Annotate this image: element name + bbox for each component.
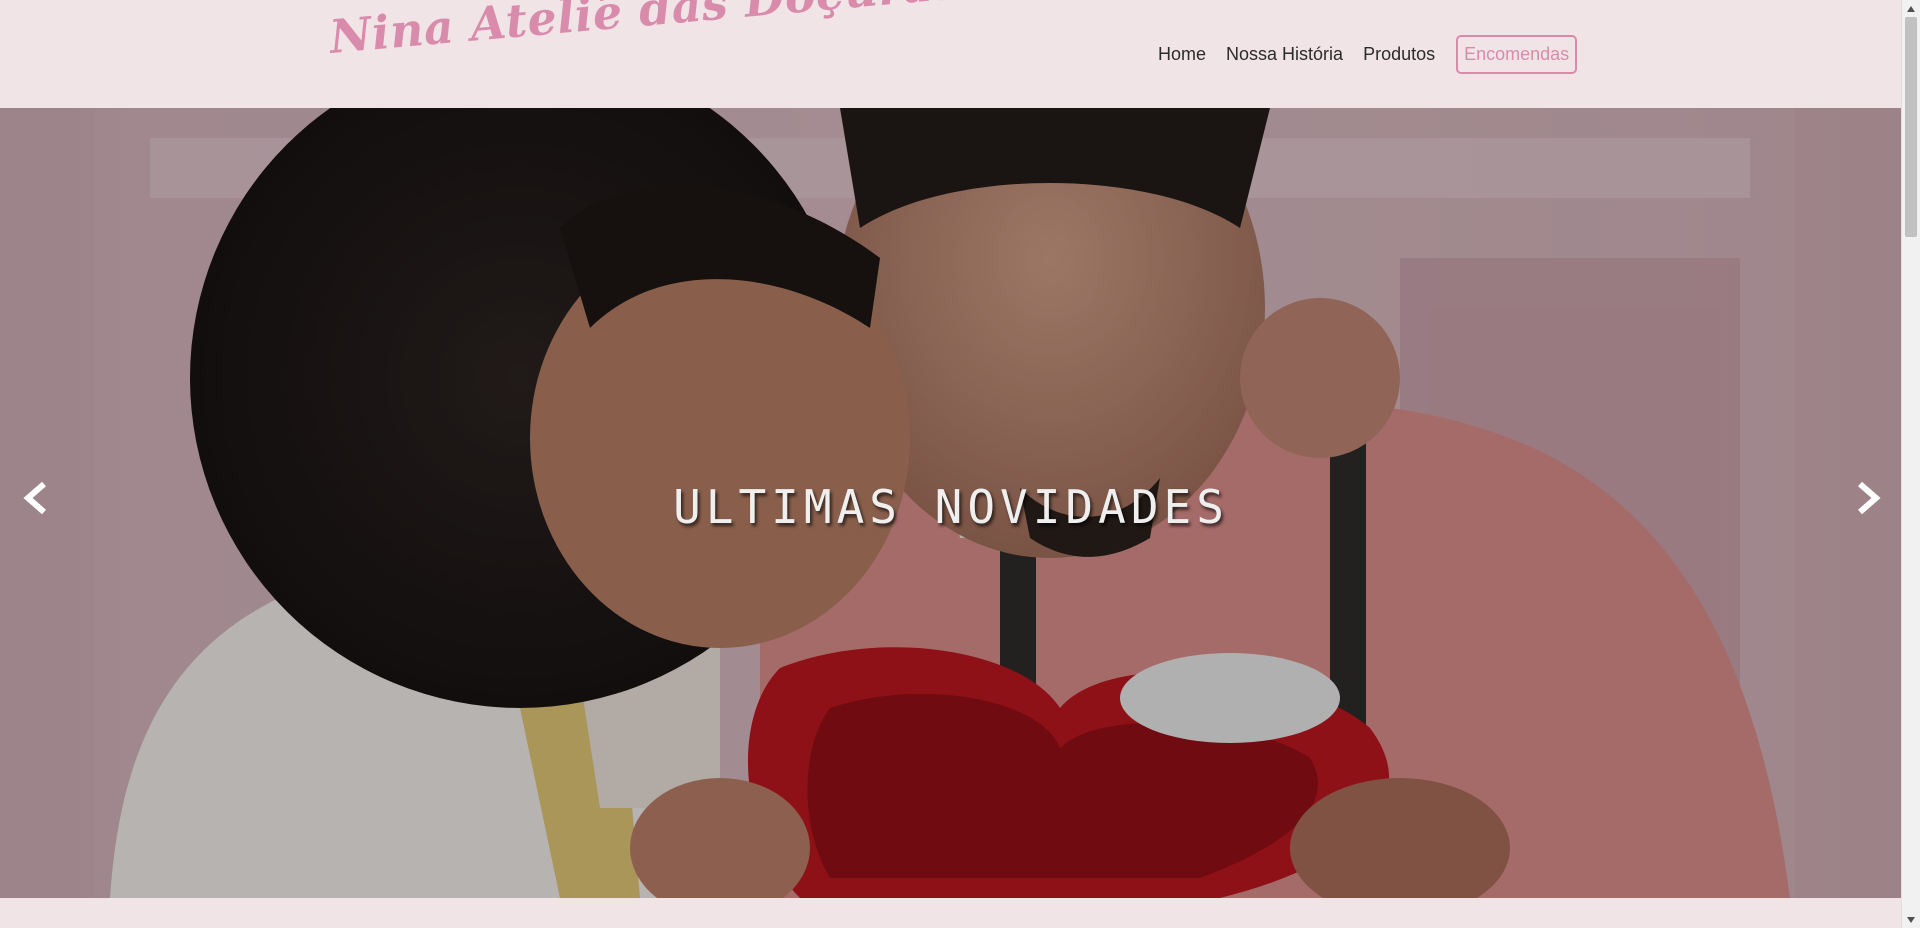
carousel-next-button[interactable] — [1848, 478, 1888, 518]
chevron-left-icon — [23, 481, 46, 515]
brand-logo[interactable]: Nina Ateliê das Doçuras — [327, 0, 961, 64]
hero-title: ULTIMAS NOVIDADES — [673, 480, 1229, 534]
chevron-right-icon — [1858, 481, 1881, 515]
nav-link-story[interactable]: Nossa História — [1226, 44, 1343, 65]
triangle-down-icon — [1907, 916, 1915, 923]
hero-carousel: ULTIMAS NOVIDADES — [0, 108, 1902, 898]
site-header: Nina Ateliê das Doçuras Home Nossa Histó… — [0, 0, 1902, 108]
orders-button[interactable]: Encomendas — [1456, 35, 1578, 74]
page: Nina Ateliê das Doçuras Home Nossa Histó… — [0, 0, 1920, 928]
section-divider — [0, 898, 1902, 928]
scroll-down-button[interactable] — [1902, 911, 1920, 928]
triangle-up-icon — [1907, 5, 1915, 12]
scroll-up-button[interactable] — [1902, 0, 1920, 17]
main-nav: Home Nossa História Produtos Encomendas — [1158, 35, 1578, 74]
nav-link-home[interactable]: Home — [1158, 44, 1206, 65]
scroll-thumb[interactable] — [1905, 17, 1917, 237]
carousel-prev-button[interactable] — [16, 478, 56, 518]
page-scrollbar[interactable] — [1901, 0, 1920, 928]
nav-link-products[interactable]: Produtos — [1363, 44, 1435, 65]
